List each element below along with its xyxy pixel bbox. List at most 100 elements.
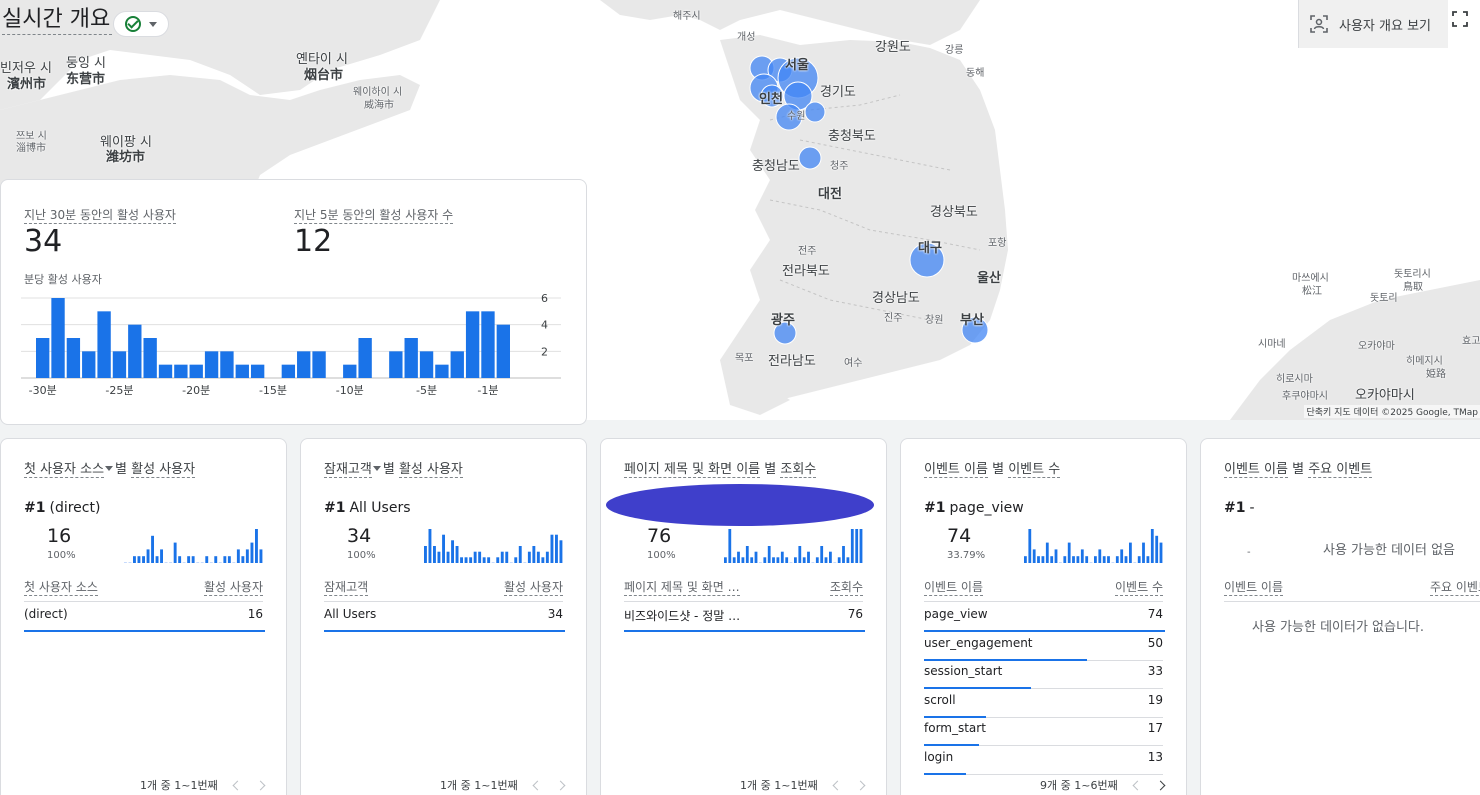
card-title-metric[interactable]: 주요 이벤트: [1308, 462, 1373, 478]
table-row[interactable]: session_start 33: [924, 660, 1163, 689]
bar[interactable]: [82, 351, 96, 378]
bar[interactable]: [128, 324, 142, 378]
column-header-name[interactable]: 이벤트 이름: [1224, 579, 1284, 596]
table-row[interactable]: 비즈와이드샷 - 정말 … 76: [624, 603, 865, 632]
bar[interactable]: [143, 338, 157, 378]
spark-bar: [496, 557, 500, 563]
chevron-right-icon[interactable]: [1155, 780, 1166, 790]
bar[interactable]: [174, 364, 188, 378]
bar[interactable]: [112, 351, 127, 378]
bar[interactable]: [66, 338, 81, 378]
card-title[interactable]: 이벤트 이름 별 이벤트 수: [924, 461, 1061, 479]
row-value: 17: [1147, 721, 1163, 735]
chevron-left-icon[interactable]: [532, 780, 543, 790]
card-title-metric[interactable]: 조회수: [780, 462, 817, 478]
spark-bar: [146, 549, 150, 563]
card-title[interactable]: 잠재고객 별 활성 사용자: [324, 461, 463, 479]
table-row[interactable]: user_engagement 50: [924, 632, 1163, 661]
column-header-name[interactable]: 잠재고객: [324, 579, 369, 596]
sparkline-chart[interactable]: [124, 527, 266, 565]
bar[interactable]: [158, 364, 173, 378]
card-title-metric[interactable]: 활성 사용자: [398, 462, 463, 478]
chevron-right-icon[interactable]: [555, 780, 566, 790]
spark-bar: [196, 562, 200, 563]
view-user-overview-button[interactable]: 사용자 개요 보기: [1298, 0, 1448, 48]
rank-number: #1: [1224, 500, 1246, 516]
status-chip[interactable]: [113, 11, 169, 37]
row-bar: [624, 630, 865, 632]
bar[interactable]: [481, 311, 495, 378]
bar[interactable]: [465, 311, 480, 378]
bar[interactable]: [358, 338, 372, 378]
bar[interactable]: [220, 351, 234, 378]
header-divider: [624, 601, 863, 602]
bar[interactable]: [250, 364, 265, 378]
map-label: 부산: [960, 313, 984, 328]
bar[interactable]: [297, 351, 311, 378]
table-row[interactable]: login 13: [924, 746, 1163, 775]
chevron-left-icon[interactable]: [232, 780, 243, 790]
chevron-right-icon[interactable]: [255, 780, 266, 790]
table-row[interactable]: form_start 17: [924, 717, 1163, 746]
spark-bar: [514, 557, 518, 563]
table-row[interactable]: page_view 74: [924, 603, 1165, 632]
column-header-name[interactable]: 첫 사용자 소스: [24, 579, 98, 596]
column-header-value[interactable]: 조회수: [829, 579, 863, 596]
pagination: 1개 중 1~1번째: [740, 777, 866, 793]
fullscreen-icon[interactable]: [1452, 11, 1468, 27]
table-row[interactable]: (direct) 16: [24, 603, 265, 632]
chevron-left-icon[interactable]: [832, 780, 843, 790]
column-header-value[interactable]: 주요 이벤트: [1429, 579, 1480, 596]
column-header-name[interactable]: 이벤트 이름: [924, 579, 984, 596]
chevron-right-icon[interactable]: [855, 780, 866, 790]
column-header-value[interactable]: 이벤트 수: [1115, 579, 1163, 596]
spark-bar: [446, 551, 450, 563]
card-title-dimension[interactable]: 페이지 제목 및 화면 이름: [624, 462, 761, 478]
chevron-down-icon[interactable]: [105, 466, 114, 471]
column-header-value[interactable]: 활성 사용자: [203, 579, 263, 596]
sparkline-chart[interactable]: [424, 527, 566, 565]
bar[interactable]: [36, 338, 50, 378]
card-title-dimension[interactable]: 잠재고객: [324, 462, 372, 478]
sparkline-chart[interactable]: [1024, 527, 1166, 565]
card-title[interactable]: 이벤트 이름 별 주요 이벤트: [1224, 461, 1373, 479]
bar[interactable]: [312, 351, 326, 378]
spark-bar: [1072, 556, 1075, 563]
bar[interactable]: [189, 364, 203, 378]
spark-bar: [1076, 556, 1080, 563]
bar[interactable]: [343, 364, 357, 378]
bar[interactable]: [204, 351, 219, 378]
bar[interactable]: [51, 298, 65, 378]
bar[interactable]: [496, 324, 510, 378]
active-users-bar-chart[interactable]: 2 4 6 -30분 -25분 -20분 -15분 -10분 -5분 -1분: [21, 288, 581, 398]
last5-block: 지난 5분 동안의 활성 사용자 수 12: [294, 204, 454, 260]
spark-bar: [142, 556, 145, 563]
table-row[interactable]: All Users 34: [324, 603, 565, 632]
bar[interactable]: [404, 338, 418, 378]
bar[interactable]: [419, 351, 434, 378]
chevron-down-icon[interactable]: [372, 466, 381, 471]
card-title-metric[interactable]: 활성 사용자: [131, 462, 196, 478]
table-row[interactable]: scroll 19: [924, 689, 1163, 718]
header-divider: [1224, 601, 1480, 602]
card-title-dimension[interactable]: 이벤트 이름: [1224, 462, 1288, 478]
bar[interactable]: [97, 311, 111, 378]
card-title-dimension[interactable]: 이벤트 이름: [924, 462, 988, 478]
card-title[interactable]: 첫 사용자 소스 별 활성 사용자: [24, 461, 196, 479]
card-title[interactable]: 페이지 제목 및 화면 이름 별 조회수: [624, 461, 817, 479]
card-title-metric[interactable]: 이벤트 수: [1008, 462, 1061, 478]
event-count-card: 이벤트 이름 별 이벤트 수 #1 page_view 74 33.79% 이벤트 이름 이…: [900, 438, 1187, 795]
column-header-value[interactable]: 활성 사용자: [503, 579, 563, 596]
bar[interactable]: [450, 351, 464, 378]
bar[interactable]: [281, 364, 296, 378]
sparkline-chart[interactable]: [724, 527, 866, 565]
bar[interactable]: [389, 351, 403, 378]
bar[interactable]: [435, 364, 449, 378]
map-label: 창원: [925, 315, 944, 326]
card-title-dimension[interactable]: 첫 사용자 소스: [24, 462, 105, 478]
bar[interactable]: [235, 364, 249, 378]
last30-label[interactable]: 지난 30분 동안의 활성 사용자: [24, 207, 176, 224]
chevron-left-icon[interactable]: [1132, 780, 1143, 790]
last5-label[interactable]: 지난 5분 동안의 활성 사용자 수: [294, 207, 454, 224]
column-header-name[interactable]: 페이지 제목 및 화면 …: [624, 579, 740, 596]
